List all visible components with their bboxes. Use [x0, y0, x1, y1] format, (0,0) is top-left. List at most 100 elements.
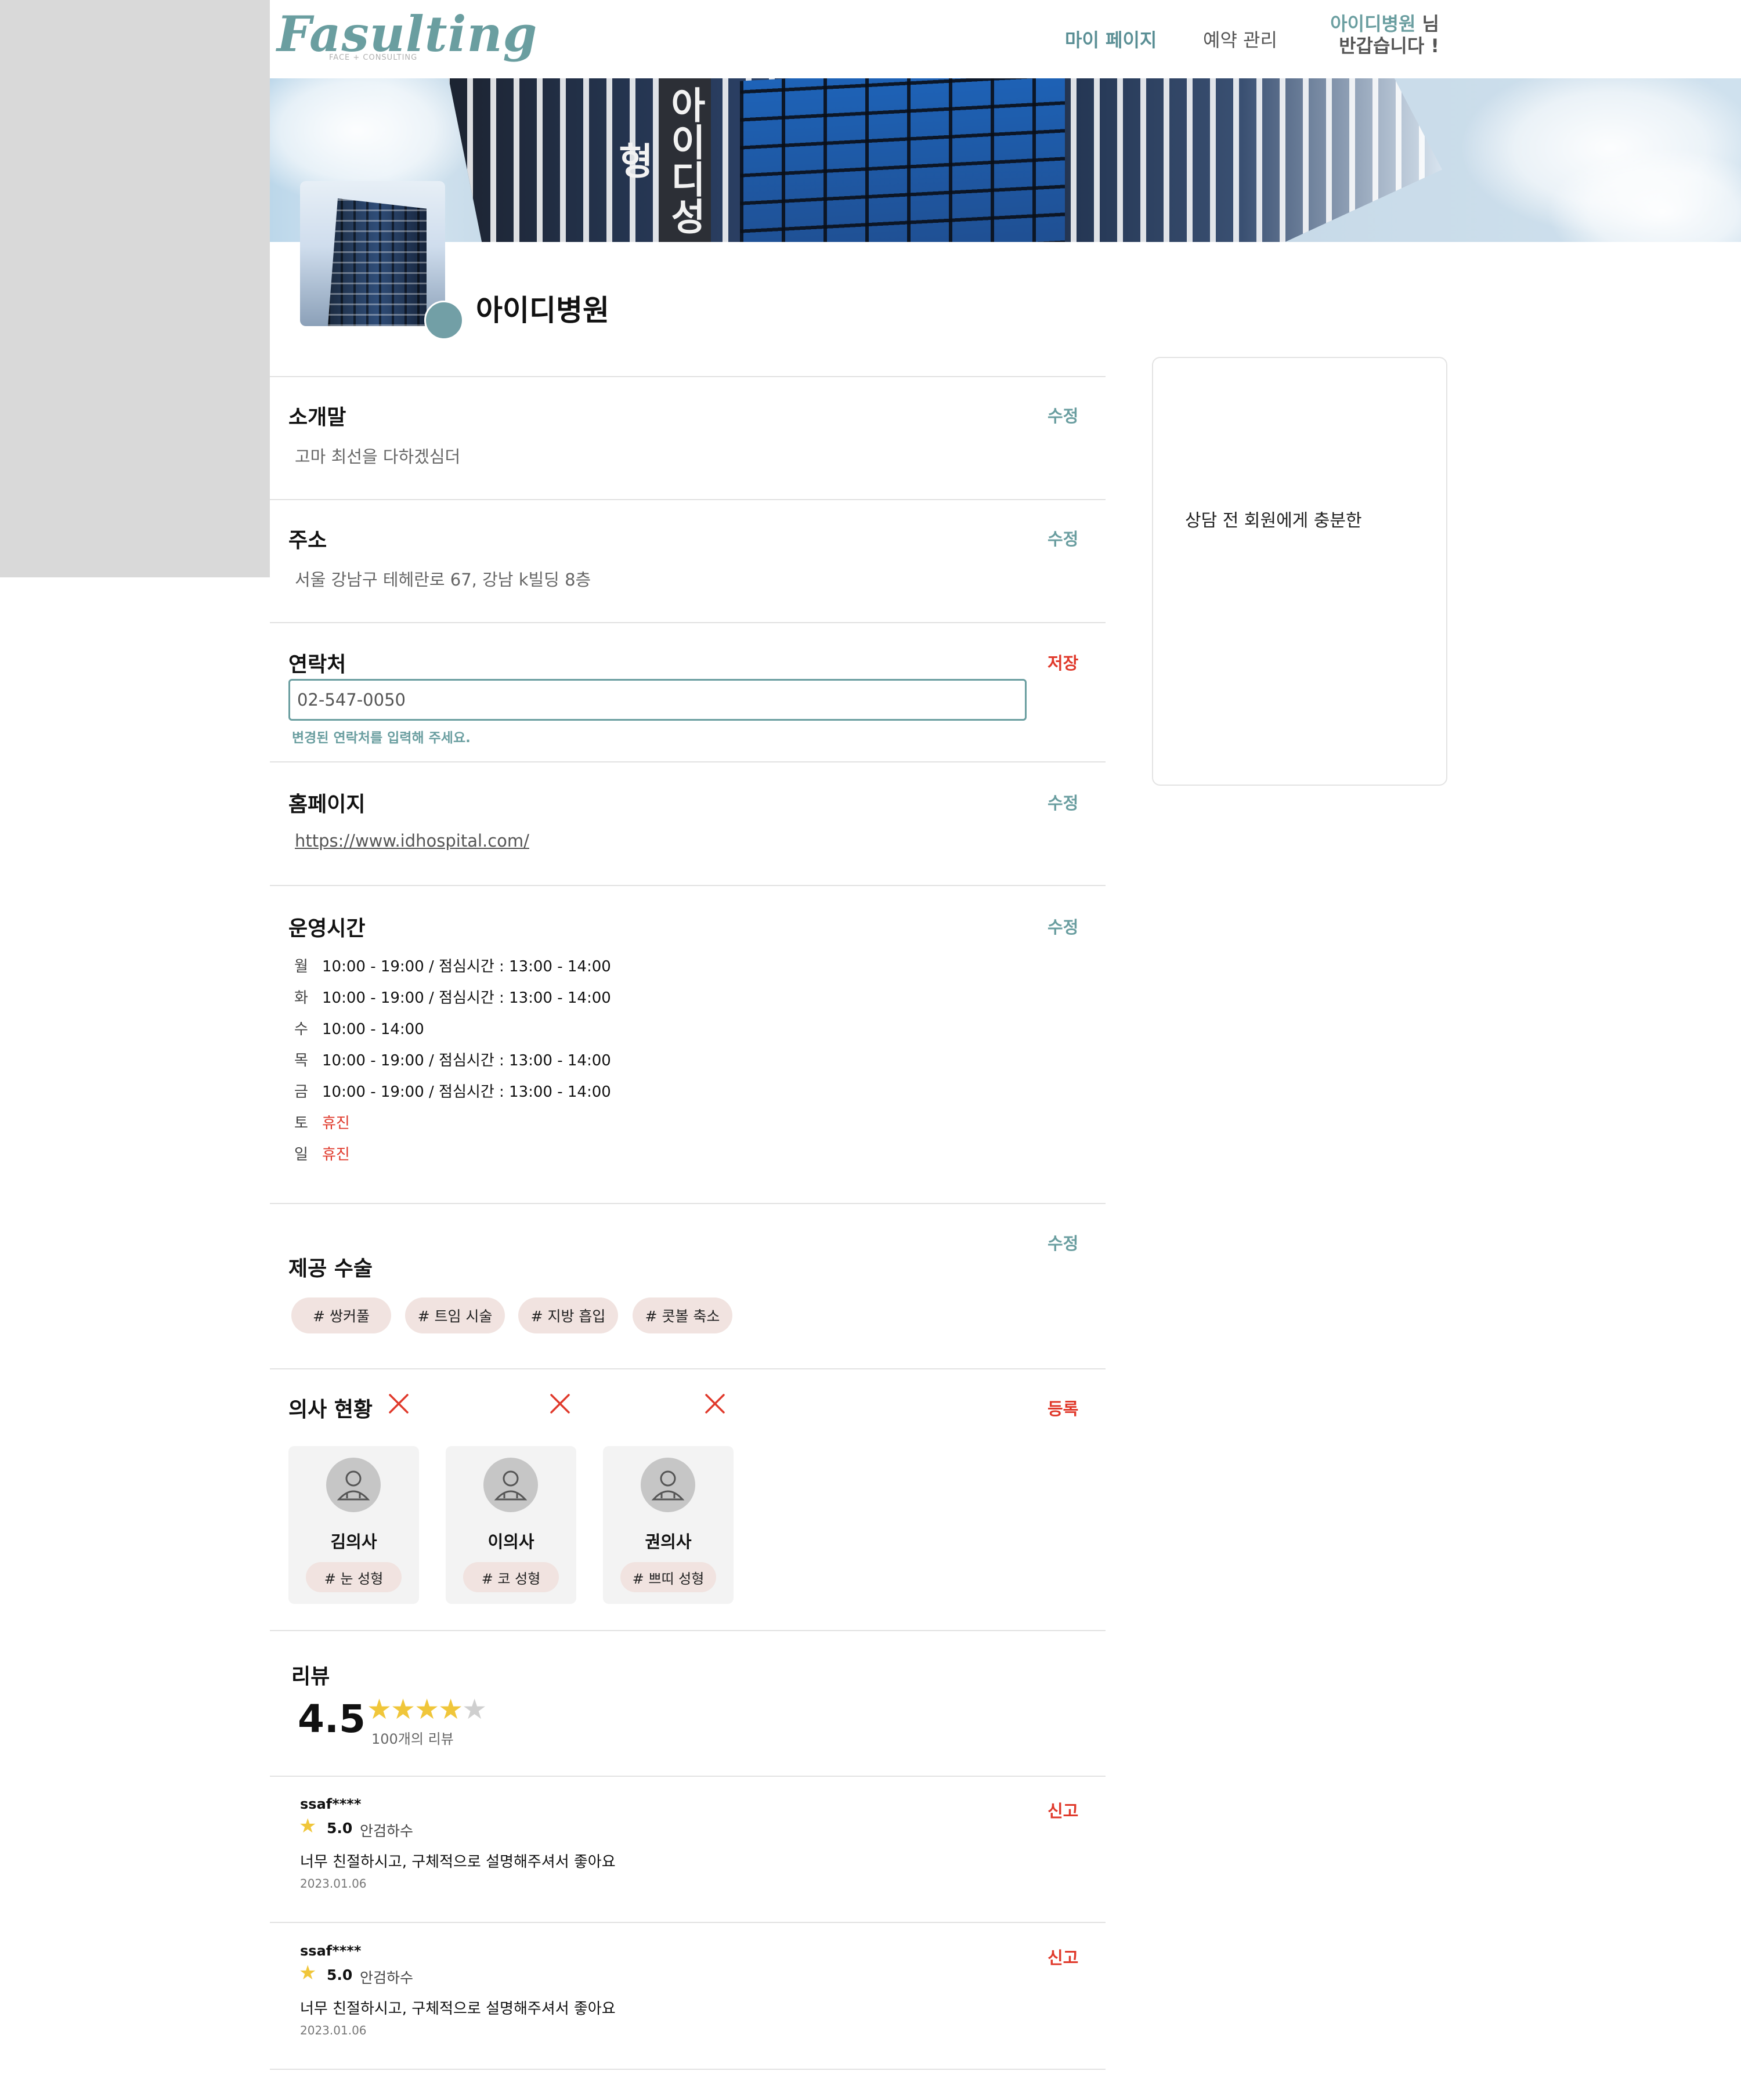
hours-day: 토 — [294, 1115, 308, 1132]
rating-stars: ★★★★★ — [367, 1693, 487, 1726]
doctor-card[interactable]: 권의사 # 쁘띠 성형 — [603, 1446, 734, 1604]
nav-reservation[interactable]: 예약 관리 — [1203, 26, 1277, 52]
hours-row: 토 휴진 — [294, 1111, 350, 1133]
profile-edit-dot[interactable] — [424, 301, 464, 340]
review-text: 너무 친절하시고, 구체적으로 설명해주셔서 좋아요 — [300, 1853, 616, 1871]
doctor-name: 권의사 — [645, 1532, 692, 1552]
surgery-tag: # 쌍커풀 — [291, 1297, 391, 1333]
section-divider — [270, 885, 1106, 886]
review-date: 2023.01.06 — [300, 1877, 367, 1891]
hospital-name: 아이디병원 — [476, 294, 609, 327]
section-divider — [270, 761, 1106, 762]
greeting-hospital-name: 아이디병원 — [1330, 13, 1416, 35]
star-icon: ★ — [299, 1815, 317, 1838]
section-divider — [270, 1922, 1106, 1923]
logo[interactable]: Fasulting FACE + CONSULTING — [277, 5, 538, 63]
section-divider — [270, 499, 1106, 500]
nav-mypage[interactable]: 마이 페이지 — [1065, 26, 1157, 52]
doctor-specialty-tag: # 눈 성형 — [306, 1562, 402, 1592]
surgery-tag: # 콧볼 축소 — [633, 1297, 732, 1333]
review-count: 100개의 리뷰 — [371, 1731, 454, 1747]
section-divider — [270, 1368, 1106, 1369]
star-icon: ★ — [391, 1693, 416, 1726]
contact-save-button[interactable]: 저장 — [1048, 650, 1078, 674]
surgeries-edit-button[interactable]: 수정 — [1048, 1230, 1078, 1255]
hours-time: 10:00 - 19:00 / 점심시간 : 13:00 - 14:00 — [322, 989, 611, 1007]
hours-title: 운영시간 — [288, 917, 366, 941]
doctors-title: 의사 현황 — [288, 1398, 373, 1422]
star-icon: ★ — [299, 1961, 317, 1985]
hours-time: 10:00 - 19:00 / 점심시간 : 13:00 - 14:00 — [322, 958, 611, 975]
address-text: 서울 강남구 테헤란로 67, 강남 k빌딩 8층 — [295, 570, 591, 590]
homepage-title: 홈페이지 — [288, 793, 366, 816]
hours-day: 목 — [294, 1052, 308, 1069]
review-user: ssaf**** — [300, 1796, 362, 1812]
intro-title: 소개말 — [288, 406, 346, 429]
review-text: 너무 친절하시고, 구체적으로 설명해주셔서 좋아요 — [300, 2000, 616, 2018]
surgery-tag: # 지방 흡입 — [518, 1297, 618, 1333]
homepage-link[interactable]: https://www.idhospital.com/ — [295, 831, 529, 851]
doctor-avatar-icon — [326, 1458, 381, 1512]
building-sign: 아이디성형 — [611, 78, 711, 242]
hours-row: 일 휴진 — [294, 1143, 350, 1164]
greeting-line2: 반갑습니다 ! — [1339, 35, 1439, 57]
hours-row: 월 10:00 - 19:00 / 점심시간 : 13:00 - 14:00 — [294, 955, 611, 976]
report-button[interactable]: 신고 — [1048, 1798, 1078, 1822]
hospital-profile-image — [300, 181, 445, 326]
star-icon: ★ — [414, 1693, 439, 1726]
rating-average: 4.5 — [298, 1697, 366, 1741]
section-divider — [270, 2069, 1106, 2070]
doctors-register-button[interactable]: 등록 — [1048, 1396, 1078, 1420]
hours-row: 수 10:00 - 14:00 — [294, 1017, 424, 1039]
review-category: 안검하수 — [360, 1823, 414, 1839]
logo-subtext: FACE + CONSULTING — [329, 53, 418, 62]
doctor-avatar-icon — [483, 1458, 538, 1512]
doctor-avatar-icon — [641, 1458, 695, 1512]
address-edit-button[interactable]: 수정 — [1048, 526, 1078, 550]
section-divider — [270, 622, 1106, 623]
hours-day: 화 — [294, 989, 308, 1007]
review-category: 안검하수 — [360, 1969, 414, 1986]
side-info-card: 상담 전 회원에게 충분한 — [1152, 357, 1447, 786]
profile-building — [328, 198, 427, 326]
reviews-title: 리뷰 — [291, 1665, 330, 1689]
surgeries-title: 제공 수술 — [288, 1257, 373, 1281]
close-x-icon[interactable] — [549, 1393, 571, 1415]
star-icon: ★ — [438, 1693, 463, 1726]
greeting-suffix: 님 — [1422, 13, 1439, 35]
hours-day: 월 — [294, 958, 308, 975]
contact-phone-input[interactable] — [288, 679, 1027, 721]
section-divider — [270, 1776, 1106, 1777]
address-title: 주소 — [288, 529, 327, 552]
hours-day: 수 — [294, 1021, 308, 1038]
hours-time: 10:00 - 19:00 / 점심시간 : 13:00 - 14:00 — [322, 1052, 611, 1069]
contact-hint: 변경된 연락처를 입력해 주세요. — [292, 731, 471, 746]
homepage-edit-button[interactable]: 수정 — [1048, 790, 1078, 814]
close-x-icon[interactable] — [704, 1393, 726, 1415]
review-user: ssaf**** — [300, 1943, 362, 1959]
hours-edit-button[interactable]: 수정 — [1048, 914, 1078, 938]
report-button[interactable]: 신고 — [1048, 1944, 1078, 1969]
doctor-specialty-tag: # 쁘띠 성형 — [620, 1562, 716, 1592]
surgery-tag: # 트임 시술 — [405, 1297, 505, 1333]
review-date: 2023.01.06 — [300, 2023, 367, 2037]
hours-day: 금 — [294, 1083, 308, 1101]
section-divider — [270, 1203, 1106, 1204]
logo-text: Fasulting — [277, 5, 538, 63]
cover-banner: 아이디성형 — [270, 78, 1741, 242]
doctor-card[interactable]: 이의사 # 코 성형 — [446, 1446, 576, 1604]
intro-text: 고마 최선을 다하겠심더 — [295, 447, 461, 467]
hours-row: 화 10:00 - 19:00 / 점심시간 : 13:00 - 14:00 — [294, 986, 611, 1007]
doctor-name: 김의사 — [330, 1532, 377, 1552]
review-score: 5.0 — [327, 1820, 353, 1837]
hours-day: 일 — [294, 1146, 308, 1163]
review-score: 5.0 — [327, 1967, 353, 1983]
user-greeting: 아이디병원 님 반갑습니다 ! — [1312, 13, 1439, 57]
intro-edit-button[interactable]: 수정 — [1048, 403, 1078, 427]
hours-closed: 휴진 — [322, 1146, 350, 1163]
hours-row: 금 10:00 - 19:00 / 점심시간 : 13:00 - 14:00 — [294, 1080, 611, 1101]
close-x-icon[interactable] — [388, 1393, 410, 1415]
hours-time: 10:00 - 14:00 — [322, 1021, 424, 1038]
star-icon: ★ — [462, 1693, 487, 1726]
doctor-card[interactable]: 김의사 # 눈 성형 — [288, 1446, 419, 1604]
